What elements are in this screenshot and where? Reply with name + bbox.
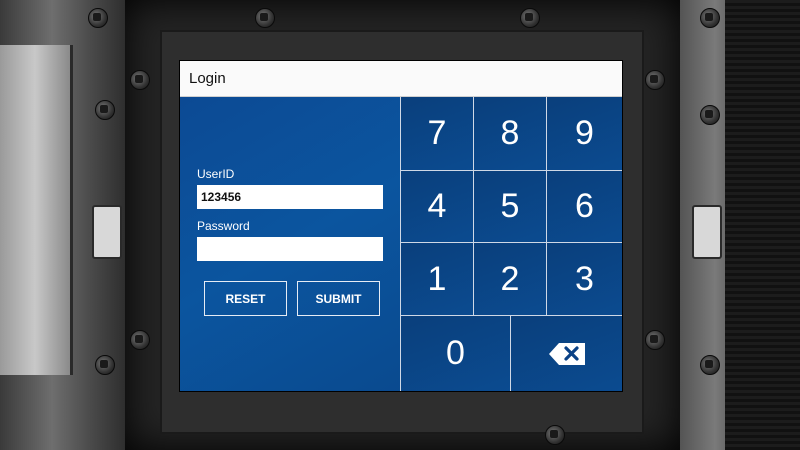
right-latch xyxy=(692,205,722,259)
screw-icon xyxy=(255,8,275,28)
title-bar: Login xyxy=(180,61,622,97)
left-latch xyxy=(92,205,122,259)
screw-icon xyxy=(700,355,720,375)
screw-icon xyxy=(520,8,540,28)
screw-icon xyxy=(95,100,115,120)
window-title: Login xyxy=(189,70,226,87)
key-3[interactable]: 3 xyxy=(547,243,622,316)
right-grille xyxy=(725,0,800,450)
backspace-key[interactable] xyxy=(511,316,622,391)
screw-icon xyxy=(645,330,665,350)
userid-label: UserID xyxy=(197,167,235,181)
key-2[interactable]: 2 xyxy=(474,243,547,316)
screw-icon xyxy=(95,355,115,375)
screw-icon xyxy=(88,8,108,28)
password-label: Password xyxy=(197,219,250,233)
key-8[interactable]: 8 xyxy=(474,97,547,171)
login-pane: UserID 123456 Password RESET SUBMIT xyxy=(180,97,401,391)
password-field[interactable] xyxy=(197,237,383,261)
userid-field[interactable]: 123456 xyxy=(197,185,383,209)
numeric-keypad: 7 8 9 4 5 6 1 2 3 0 xyxy=(401,97,622,391)
key-9[interactable]: 9 xyxy=(547,97,622,171)
screw-icon xyxy=(545,425,565,445)
backspace-icon xyxy=(548,342,585,365)
key-4[interactable]: 4 xyxy=(401,171,474,243)
key-1[interactable]: 1 xyxy=(401,243,474,316)
key-0[interactable]: 0 xyxy=(401,316,511,391)
key-7[interactable]: 7 xyxy=(401,97,474,171)
reset-button[interactable]: RESET xyxy=(204,281,287,316)
touch-screen: Login UserID 123456 Password RESET SUBMI… xyxy=(179,60,623,392)
screw-icon xyxy=(645,70,665,90)
screw-icon xyxy=(130,70,150,90)
key-5[interactable]: 5 xyxy=(474,171,547,243)
left-metal-panel xyxy=(0,45,73,375)
screen-content: UserID 123456 Password RESET SUBMIT 7 8 … xyxy=(180,97,622,391)
submit-button[interactable]: SUBMIT xyxy=(297,281,380,316)
key-6[interactable]: 6 xyxy=(547,171,622,243)
screw-icon xyxy=(700,105,720,125)
screw-icon xyxy=(700,8,720,28)
screw-icon xyxy=(130,330,150,350)
